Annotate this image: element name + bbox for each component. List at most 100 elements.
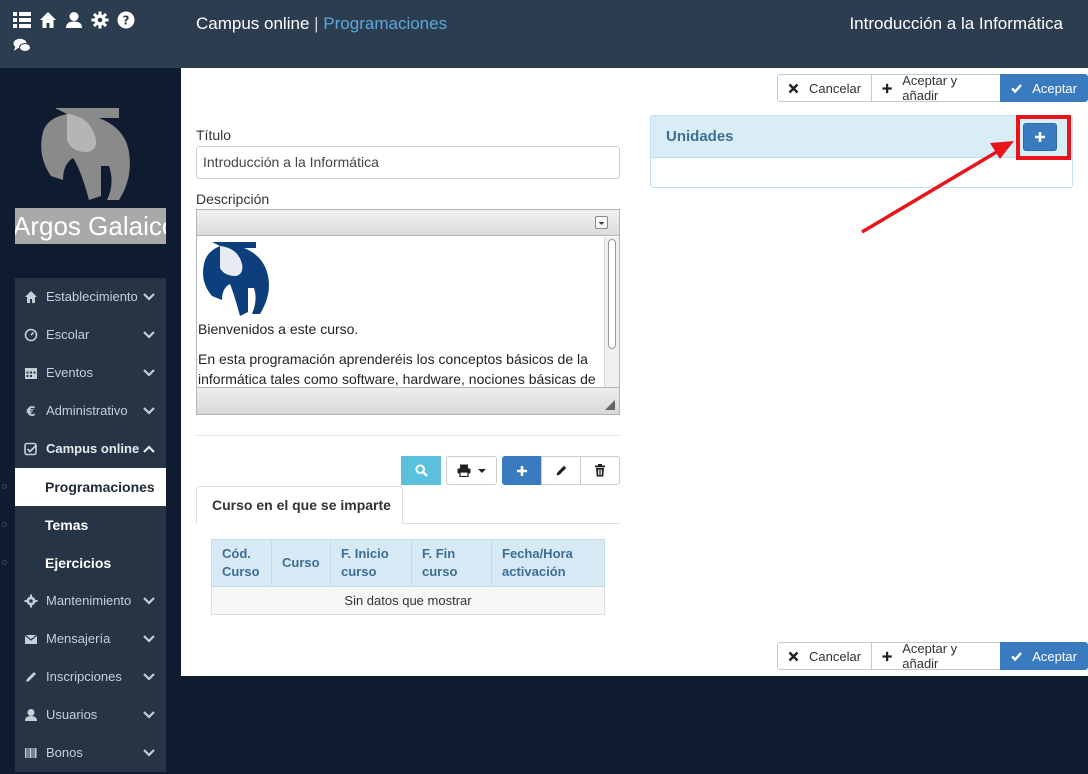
tab-course[interactable]: Curso en el que se imparte (196, 486, 403, 524)
units-panel-title: Unidades (666, 128, 734, 145)
column-header-code[interactable]: Cód. Curso (211, 539, 272, 587)
gear-icon[interactable] (91, 11, 109, 29)
column-header-end-date[interactable]: F. Fin curso (411, 539, 492, 587)
pencil-icon (26, 672, 36, 682)
chevron-up-icon (143, 445, 155, 453)
add-course-button[interactable] (502, 456, 542, 485)
column-header-activation[interactable]: Fecha/Hora activación (491, 539, 605, 587)
spartan-helmet-logo (15, 100, 166, 210)
print-dropdown-button[interactable] (446, 456, 497, 485)
title-input[interactable]: Introducción a la Informática (196, 146, 620, 179)
chevron-down-icon (143, 331, 155, 339)
sidebar-item-inscripciones[interactable]: Inscripciones (15, 658, 166, 696)
cancel-button[interactable]: Cancelar (777, 642, 873, 670)
sidebar-item-bonos[interactable]: Bonos (15, 734, 166, 772)
empty-table-message: Sin datos que mostrar (211, 586, 605, 615)
search-icon (414, 464, 428, 477)
sidebar-item-mensajeria[interactable]: Mensajería (15, 620, 166, 658)
chevron-down-icon (143, 597, 155, 605)
sidebar-subitem-temas[interactable]: Temas (15, 506, 166, 544)
sidebar-item-label: Usuarios (46, 707, 98, 722)
units-panel: Unidades (650, 115, 1073, 188)
accept-label: Aceptar (1032, 648, 1077, 664)
top-bar: ? Campus online | Programaciones Introdu… (0, 0, 1088, 68)
help-icon[interactable]: ? (117, 11, 135, 29)
page-title: Introducción a la Informática (849, 14, 1063, 33)
sidebar-item-escolar[interactable]: Escolar (15, 316, 166, 354)
caret-down-icon (598, 222, 605, 225)
user-icon (25, 709, 37, 721)
sidebar-item-label: Escolar (46, 327, 90, 342)
scrollbar-thumb[interactable] (608, 239, 616, 349)
editor-content[interactable]: Bienvenidos a este curso. En esta progra… (197, 237, 605, 387)
column-header-course[interactable]: Curso (271, 539, 331, 587)
caret-down-icon (477, 468, 486, 473)
gear-icon (24, 594, 38, 608)
barcode-icon (25, 748, 37, 758)
top-icon-bar: ? (13, 11, 163, 52)
column-header-start-date[interactable]: F. Inicio curso (330, 539, 412, 587)
chevron-down-icon (143, 711, 155, 719)
breadcrumb-separator: | (314, 14, 319, 33)
sidebar-item-label: Mantenimiento (46, 593, 132, 608)
sidebar-item-label: Eventos (46, 365, 93, 380)
accept-and-add-button[interactable]: Aceptar y añadir (871, 641, 1002, 671)
course-logo-image (198, 237, 605, 319)
editor-statusbar (197, 387, 619, 414)
delete-course-button[interactable] (580, 456, 620, 485)
accept-button[interactable]: Aceptar (1000, 642, 1088, 670)
units-panel-header: Unidades (651, 116, 1072, 158)
highlight-box (1016, 115, 1071, 160)
resize-grip-icon[interactable] (605, 400, 615, 410)
sidebar: Argos Galaico Establecimiento Escolar Ev… (0, 68, 181, 774)
description-paragraph: En esta programación aprenderéis los con… (198, 349, 605, 387)
home-icon (25, 291, 37, 303)
description-editor[interactable]: Bienvenidos a este curso. En esta progra… (196, 209, 620, 415)
sidebar-subitem-programaciones[interactable]: Programaciones (15, 468, 166, 506)
description-label: Descripción (196, 191, 270, 207)
table-header-row: Cód. Curso Curso F. Inicio curso F. Fin … (211, 539, 605, 587)
breadcrumb-section[interactable]: Programaciones (323, 14, 447, 33)
chevron-down-icon (143, 407, 155, 415)
list-icon[interactable] (13, 11, 31, 29)
cancel-button[interactable]: Cancelar (777, 74, 873, 102)
user-icon[interactable] (65, 11, 83, 29)
sidebar-menu: Establecimiento Escolar Eventos € Admini… (2, 278, 166, 772)
plus-icon (882, 651, 892, 661)
plus-icon (882, 83, 892, 93)
brand-name[interactable]: Campus online (196, 14, 309, 33)
svg-text:?: ? (123, 14, 130, 28)
home-icon[interactable] (39, 11, 57, 29)
chat-icon[interactable] (13, 38, 31, 56)
toolbar-toggle-button[interactable] (595, 216, 608, 229)
svg-text:€: € (25, 405, 35, 418)
sidebar-item-campus-online[interactable]: Campus online (15, 430, 166, 468)
divider (196, 435, 620, 436)
checkmark-icon (1011, 83, 1023, 93)
sidebar-item-label: Campus online (46, 441, 140, 456)
sidebar-item-usuarios[interactable]: Usuarios (15, 696, 166, 734)
chevron-down-icon (143, 673, 155, 681)
search-button[interactable] (401, 456, 441, 485)
sidebar-item-establecimiento[interactable]: Establecimiento (15, 278, 166, 316)
mail-icon (24, 634, 38, 644)
calendar-icon (25, 368, 37, 379)
description-line: En esta programación aprenderéis los con… (198, 351, 588, 367)
close-icon (788, 83, 799, 93)
sidebar-item-label: Bonos (46, 745, 83, 760)
edit-course-button[interactable] (541, 456, 581, 485)
sidebar-item-administrativo[interactable]: € Administrativo (15, 392, 166, 430)
sidebar-item-eventos[interactable]: Eventos (15, 354, 166, 392)
editor-scrollbar[interactable] (604, 237, 619, 387)
sidebar-item-mantenimiento[interactable]: Mantenimiento (15, 582, 166, 620)
tree-dot (2, 560, 7, 565)
chevron-down-icon (143, 293, 155, 301)
sidebar-subitem-ejercicios[interactable]: Ejercicios (15, 544, 166, 582)
accept-and-add-button[interactable]: Aceptar y añadir (871, 73, 1002, 103)
trash-icon (595, 464, 605, 477)
sidebar-item-label: Mensajería (46, 631, 111, 646)
cancel-label: Cancelar (809, 648, 862, 664)
accept-button[interactable]: Aceptar (1000, 74, 1088, 102)
chevron-down-icon (143, 635, 155, 643)
close-icon (788, 651, 799, 661)
